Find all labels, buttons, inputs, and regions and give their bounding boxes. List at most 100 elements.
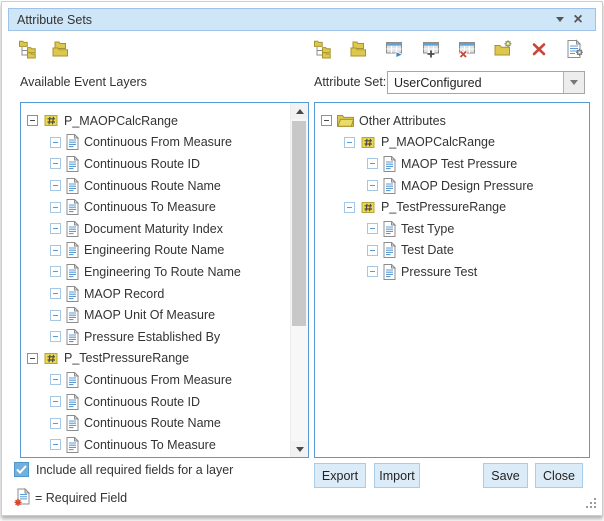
tree-item-p-maopcalcrange[interactable]: P_MAOPCalcRange [315, 132, 589, 154]
tree-item-continuous-route-name[interactable]: Continuous Route Name [21, 175, 291, 197]
tree-item-engineering-to-route-name[interactable]: Engineering To Route Name [21, 261, 291, 283]
close-window-icon[interactable]: × [569, 11, 587, 29]
tree-item-maop-unit-of-measure[interactable]: MAOP Unit Of Measure [21, 304, 291, 326]
tree-item-maop-design-pressure[interactable]: MAOP Design Pressure [315, 175, 589, 197]
scrollbar-thumb[interactable] [292, 121, 306, 326]
add-table-icon[interactable] [421, 39, 441, 59]
collapse-toggle-icon[interactable] [27, 353, 38, 364]
include-required-fields-checkbox[interactable] [14, 462, 29, 477]
field-document-icon [383, 178, 396, 194]
field-document-icon [66, 134, 79, 150]
collapse-toggle-icon[interactable] [50, 374, 61, 385]
attribute-set-dropdown[interactable]: UserConfigured [387, 71, 585, 94]
tree-item-p-testpressurerange[interactable]: P_TestPressureRange [315, 196, 589, 218]
tree-item-engineering-route-name[interactable]: Engineering Route Name [21, 240, 291, 262]
attribute-set-tree[interactable]: Other Attributes P_MAOPCalcRangeMAOP Test… [315, 103, 589, 457]
tree-item-continuous-route-name[interactable]: Continuous Route Name [21, 412, 291, 434]
collapse-toggle-icon[interactable] [50, 396, 61, 407]
collapse-toggle-icon[interactable] [50, 310, 61, 321]
new-attribute-set-icon[interactable] [493, 39, 513, 59]
tree-item-label: MAOP Design Pressure [401, 179, 533, 193]
close-button[interactable]: Close [535, 463, 583, 488]
tree-item-continuous-to-measure[interactable]: Continuous To Measure [21, 196, 291, 218]
collapse-toggle-icon[interactable] [50, 288, 61, 299]
field-document-icon [66, 415, 79, 431]
scroll-down-icon[interactable] [291, 441, 308, 457]
collapse-toggle-icon[interactable] [50, 223, 61, 234]
tree-item-continuous-from-measure[interactable]: Continuous From Measure [21, 132, 291, 154]
tree-item-test-type[interactable]: Test Type [315, 218, 589, 240]
collapse-toggle-icon[interactable] [344, 137, 355, 148]
tree-item-continuous-route-id[interactable]: Continuous Route ID [21, 391, 291, 413]
field-document-icon [66, 221, 79, 237]
collapse-window-icon[interactable] [551, 11, 569, 29]
collapse-toggle-icon[interactable] [50, 266, 61, 277]
event-layers-tree-icon[interactable] [18, 39, 38, 59]
tree-item-pressure-test[interactable]: Pressure Test [315, 261, 589, 283]
tree-item-document-maturity-index[interactable]: Document Maturity Index [21, 218, 291, 240]
collapse-toggle-icon[interactable] [50, 137, 61, 148]
collapse-toggle-icon[interactable] [50, 202, 61, 213]
collapse-toggle-icon[interactable] [367, 158, 378, 169]
attribute-sets-dialog: Attribute Sets × [0, 0, 604, 521]
collapse-toggle-icon[interactable] [367, 180, 378, 191]
collapse-toggle-icon[interactable] [344, 202, 355, 213]
tree-item-label: Test Date [401, 243, 454, 257]
required-field-legend: = Required Field [14, 488, 127, 507]
scroll-up-icon[interactable] [291, 103, 308, 119]
collapse-toggle-icon[interactable] [50, 331, 61, 342]
tree-item-label: Continuous From Measure [84, 135, 232, 149]
field-document-icon [383, 242, 396, 258]
tree-item-label: Test Type [401, 222, 454, 236]
tree-item-continuous-route-id[interactable]: Continuous Route ID [21, 153, 291, 175]
tree-item-label: P_MAOPCalcRange [64, 114, 178, 128]
collapse-toggle-icon[interactable] [27, 115, 38, 126]
tree-item-label: P_TestPressureRange [381, 200, 506, 214]
tree-item-label: Engineering To Route Name [84, 265, 241, 279]
collapse-toggle-icon[interactable] [50, 418, 61, 429]
tree-item-pressure-established-by[interactable]: Pressure Established By [21, 326, 291, 348]
tree-item-other-attributes[interactable]: Other Attributes [315, 110, 589, 132]
collapse-toggle-icon[interactable] [321, 115, 332, 126]
collapse-toggle-icon[interactable] [367, 245, 378, 256]
collapse-toggle-icon[interactable] [367, 266, 378, 277]
tree-item-label: Continuous Route Name [84, 416, 221, 430]
event-layers-folder-icon[interactable] [51, 39, 71, 59]
tree-item-continuous-to-measure[interactable]: Continuous To Measure [21, 434, 291, 456]
include-required-fields-row: Include all required fields for a layer [14, 462, 233, 477]
table-properties-icon[interactable] [565, 39, 585, 59]
tree-item-label: Other Attributes [359, 114, 446, 128]
export-table-icon[interactable] [385, 39, 405, 59]
open-folder-icon [337, 114, 354, 127]
vertical-scrollbar[interactable] [290, 103, 308, 457]
collapse-toggle-icon[interactable] [50, 180, 61, 191]
tree-item-label: Engineering Route Name [84, 243, 224, 257]
delete-icon[interactable] [529, 39, 549, 59]
tree-item-p-testpressurerange[interactable]: P_TestPressureRange [21, 348, 291, 370]
tree-item-p-maopcalcrange[interactable]: P_MAOPCalcRange [21, 110, 291, 132]
field-document-icon [66, 242, 79, 258]
resize-grip[interactable] [585, 497, 596, 508]
remove-table-icon[interactable] [457, 39, 477, 59]
attribute-set-label: Attribute Set: [314, 75, 386, 89]
save-button[interactable]: Save [483, 463, 528, 488]
tree-item-maop-test-pressure[interactable]: MAOP Test Pressure [315, 153, 589, 175]
import-button[interactable]: Import [374, 463, 420, 488]
event-layer-icon [43, 351, 59, 366]
tree-item-maop-record[interactable]: MAOP Record [21, 283, 291, 305]
attribute-set-dropdown-button[interactable] [563, 72, 584, 93]
collapse-toggle-icon[interactable] [50, 439, 61, 450]
collapse-toggle-icon[interactable] [367, 223, 378, 234]
tree-item-label: MAOP Unit Of Measure [84, 308, 215, 322]
tree-item-continuous-from-measure[interactable]: Continuous From Measure [21, 369, 291, 391]
tree-item-test-date[interactable]: Test Date [315, 240, 589, 262]
left-toolbar [18, 39, 71, 59]
field-document-icon [66, 199, 79, 215]
available-event-layers-tree[interactable]: P_MAOPCalcRangeContinuous From MeasureCo… [21, 103, 291, 457]
field-document-icon [383, 264, 396, 280]
collapse-toggle-icon[interactable] [50, 158, 61, 169]
collapse-toggle-icon[interactable] [50, 245, 61, 256]
attribute-set-tree-icon[interactable] [313, 39, 333, 59]
attribute-set-folder-icon[interactable] [349, 39, 369, 59]
export-button[interactable]: Export [314, 463, 366, 488]
